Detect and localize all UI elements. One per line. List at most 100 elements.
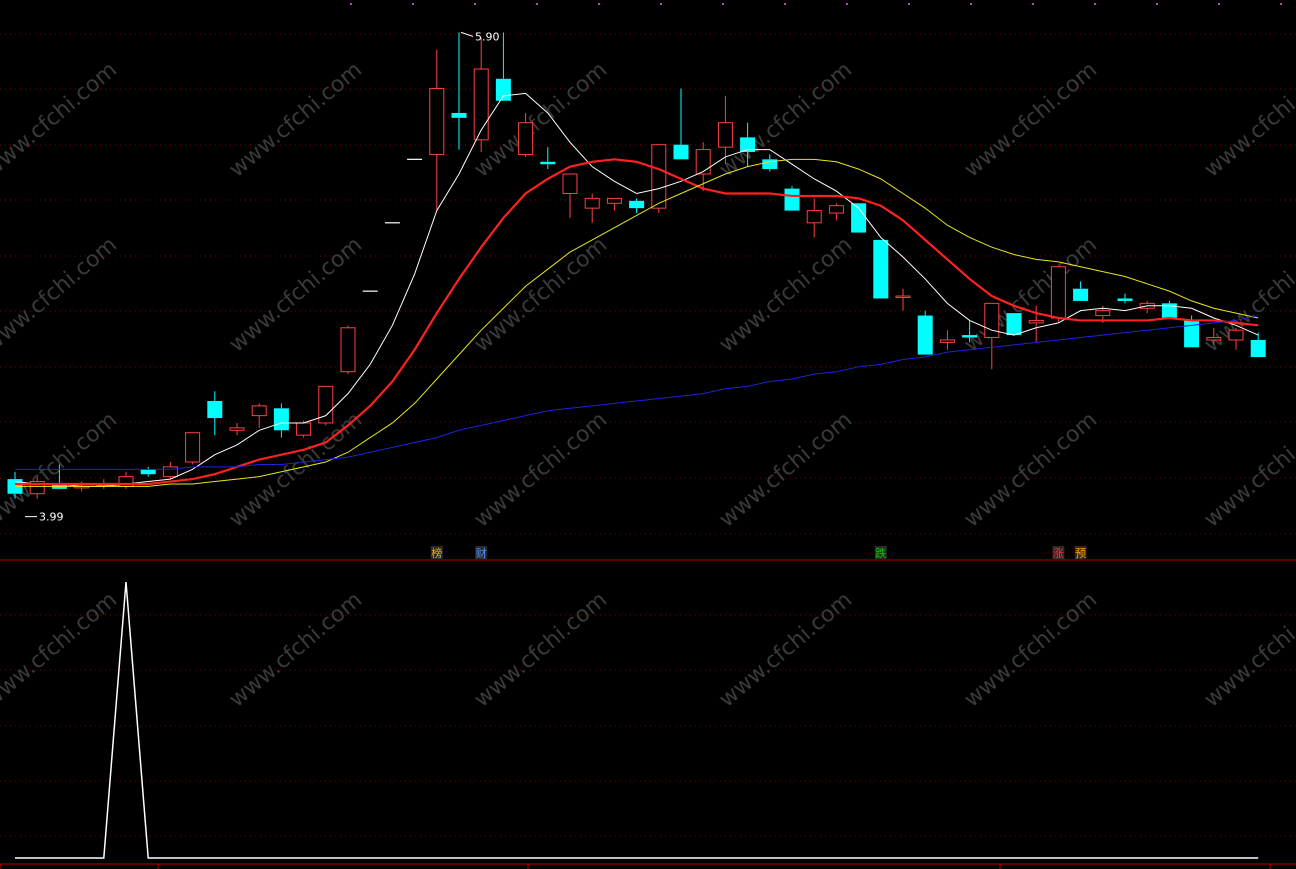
candle — [629, 198, 645, 214]
candle-body-down — [1250, 339, 1266, 358]
event-marker-label: 涨 — [1053, 547, 1064, 560]
candle-body-up — [1206, 337, 1222, 341]
candle-body-down — [540, 161, 556, 165]
event-markers: 榜 财 跌 涨预 — [430, 546, 1087, 560]
candle — [340, 325, 356, 375]
candle — [562, 173, 578, 218]
candle-body-up — [251, 405, 267, 417]
candle — [673, 88, 689, 160]
candle — [1250, 332, 1266, 358]
event-marker-label: 预 — [1075, 547, 1086, 560]
watermark-text: www.cfchi.com — [715, 407, 857, 532]
top-dot — [970, 3, 972, 5]
candle — [1228, 327, 1244, 350]
watermark-layer: www.cfchi.com www.cfchi.com www.cfchi.com w… — [0, 57, 1296, 712]
candle — [229, 422, 245, 436]
watermark-text: www.cfchi.com — [1200, 407, 1296, 532]
candle-body-up — [606, 197, 622, 204]
candle — [185, 432, 201, 465]
candle — [473, 37, 489, 153]
candle-body-up — [518, 122, 534, 155]
candle-body-down — [917, 315, 933, 355]
candle — [318, 385, 334, 426]
candle — [273, 403, 289, 438]
event-marker: 涨 — [1052, 546, 1065, 560]
candle-body-down — [629, 200, 645, 209]
watermark-text: www.cfchi.com — [1200, 57, 1296, 182]
candle-body-up — [1028, 319, 1044, 324]
candle — [1161, 300, 1177, 318]
candle-body-down — [1006, 313, 1022, 336]
top-dot — [1094, 3, 1096, 5]
top-dot — [474, 3, 476, 5]
candle — [873, 239, 889, 299]
top-dot — [1032, 3, 1034, 5]
top-dot — [598, 3, 600, 5]
candle — [806, 198, 822, 238]
candle-body-up — [296, 422, 312, 436]
candle — [895, 288, 911, 311]
candle — [140, 466, 156, 477]
candle-body-down — [784, 188, 800, 211]
candle — [828, 203, 844, 221]
candle-body-up — [1228, 329, 1244, 341]
high-price-label: 5.90 — [475, 30, 500, 43]
candle-body-up — [895, 295, 911, 299]
watermark-text: www.cfchi.com — [715, 587, 857, 712]
top-dot — [1156, 3, 1158, 5]
watermark-text: www.cfchi.com — [715, 57, 857, 182]
watermark-text: www.cfchi.com — [1200, 587, 1296, 712]
candle-body-up — [562, 173, 578, 195]
watermark-text: www.cfchi.com — [0, 232, 122, 357]
candle — [984, 302, 1000, 370]
event-marker: 跌 — [874, 546, 887, 560]
candle-body-up — [828, 205, 844, 214]
candle-body-up — [1095, 310, 1111, 317]
candle-body-up — [229, 427, 245, 431]
candle — [784, 186, 800, 211]
candle-body-down — [1073, 288, 1089, 301]
candle — [1117, 293, 1133, 304]
candle — [1050, 266, 1066, 323]
candle-body-down — [207, 400, 223, 419]
top-dot — [722, 3, 724, 5]
candle-body-down — [873, 239, 889, 299]
candle-body-up — [584, 197, 600, 209]
stock-chart: www.cfchi.com www.cfchi.com www.cfchi.com w… — [0, 3, 1296, 869]
event-marker-label: 榜 — [431, 546, 442, 560]
candle-body-down — [451, 112, 467, 118]
top-dot — [784, 3, 786, 5]
watermark-text: www.cfchi.com — [470, 232, 612, 357]
event-marker-label: 跌 — [875, 546, 886, 560]
candle-body-down — [673, 144, 689, 160]
top-dot — [660, 3, 662, 5]
candle — [451, 32, 467, 150]
high-price-arrow — [460, 31, 474, 37]
event-marker: 财 — [475, 546, 488, 560]
watermark-text: www.cfchi.com — [0, 587, 122, 712]
top-dot — [350, 3, 352, 5]
top-dot — [536, 3, 538, 5]
candle — [917, 310, 933, 355]
candle-body-up — [651, 144, 667, 209]
candle-body-up — [984, 302, 1000, 339]
candle — [540, 147, 556, 170]
candle — [1073, 281, 1089, 301]
candle-body-up — [1050, 266, 1066, 319]
watermark-text: www.cfchi.com — [225, 587, 367, 712]
candle-body-up — [806, 210, 822, 224]
candle-body-down — [140, 469, 156, 475]
top-dot — [908, 3, 910, 5]
candle-body-down — [495, 78, 511, 101]
candle — [1006, 313, 1022, 336]
candle-body-up — [340, 327, 356, 373]
candle — [584, 193, 600, 223]
candle-body-down — [1117, 298, 1133, 301]
candle-body-up — [185, 432, 201, 463]
top-dot — [1280, 3, 1282, 5]
event-marker: 预 — [1074, 546, 1087, 560]
candle — [207, 391, 223, 436]
event-marker: 榜 — [430, 546, 443, 560]
candle — [429, 49, 445, 211]
price-labels: 5.90 3.99 — [25, 30, 500, 524]
